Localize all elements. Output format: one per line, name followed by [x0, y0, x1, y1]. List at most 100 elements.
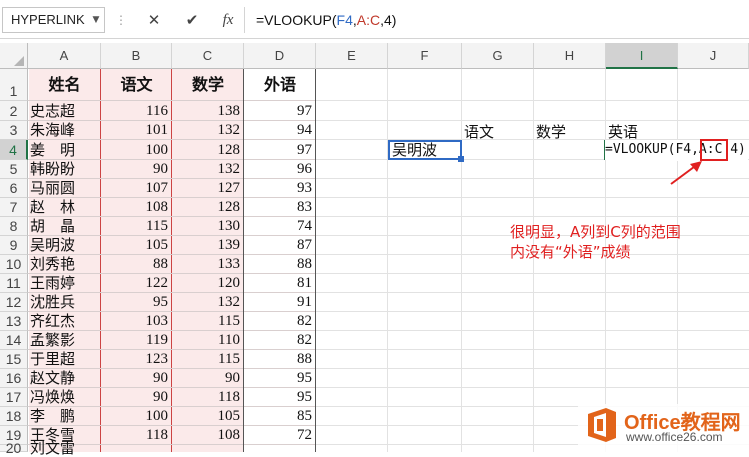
cell-name[interactable]: 胡 晶	[28, 217, 101, 236]
cell-english[interactable]: 83	[244, 198, 316, 217]
cell-english[interactable]: 95	[244, 369, 316, 388]
row-header-2[interactable]: 2	[0, 101, 28, 121]
cell-chinese[interactable]: 119	[101, 331, 172, 350]
cell-math[interactable]: 133	[172, 255, 244, 274]
cell-math[interactable]: 132	[172, 121, 244, 140]
cell-chinese[interactable]: 103	[101, 312, 172, 331]
cell-chinese[interactable]: 90	[101, 388, 172, 407]
row-header-11[interactable]: 11	[0, 274, 28, 293]
row-header-15[interactable]: 15	[0, 350, 28, 369]
row-header-13[interactable]: 13	[0, 312, 28, 331]
cell-math[interactable]: 115	[172, 312, 244, 331]
chevron-down-icon[interactable]: ▼	[88, 7, 104, 33]
cell-english[interactable]: 91	[244, 293, 316, 312]
column-header-d[interactable]: D	[244, 43, 316, 69]
cell-english[interactable]: 87	[244, 236, 316, 255]
cell-name[interactable]: 赵文静	[28, 369, 101, 388]
cell-chinese[interactable]: 90	[101, 160, 172, 179]
formula-input[interactable]: =VLOOKUP(F4,A:C,4)	[248, 7, 746, 33]
row-header-1[interactable]: 1	[0, 69, 28, 101]
cell-name[interactable]: 马丽圆	[28, 179, 101, 198]
cell-chinese[interactable]: 116	[101, 101, 172, 121]
cell-h3[interactable]: 数学	[534, 121, 605, 141]
cell-math[interactable]: 118	[172, 388, 244, 407]
cell-chinese[interactable]: 90	[101, 369, 172, 388]
row-header-20[interactable]: 20	[0, 441, 28, 455]
cell-english[interactable]: 88	[244, 350, 316, 369]
column-header-j[interactable]: J	[678, 43, 749, 69]
cell-name[interactable]: 冯焕焕	[28, 388, 101, 407]
cell-chinese[interactable]: 118	[101, 426, 172, 445]
cell-english[interactable]: 93	[244, 179, 316, 198]
cell-g3[interactable]: 语文	[462, 121, 533, 141]
cell-math[interactable]: 132	[172, 293, 244, 312]
row-header-17[interactable]: 17	[0, 388, 28, 407]
cell-name[interactable]: 孟繁影	[28, 331, 101, 350]
cell-name[interactable]: 于里超	[28, 350, 101, 369]
cell-math[interactable]: 128	[172, 140, 244, 160]
column-header-b[interactable]: B	[101, 43, 172, 69]
column-header-f[interactable]: F	[388, 43, 462, 69]
cell-name[interactable]: 朱海峰	[28, 121, 101, 140]
row-header-14[interactable]: 14	[0, 331, 28, 350]
cell-math[interactable]: 128	[172, 198, 244, 217]
row-header-8[interactable]: 8	[0, 217, 28, 236]
cancel-button[interactable]: ✕	[140, 7, 168, 33]
cell-name[interactable]: 齐红杰	[28, 312, 101, 331]
cell-english[interactable]: 95	[244, 388, 316, 407]
cell-english[interactable]: 81	[244, 274, 316, 293]
header-cell-name[interactable]: 姓名	[28, 69, 101, 101]
row-header-9[interactable]: 9	[0, 236, 28, 255]
cell-i3[interactable]: 英语	[606, 121, 677, 141]
cell-name[interactable]: 沈胜兵	[28, 293, 101, 312]
cell-math[interactable]	[172, 445, 244, 452]
column-header-h[interactable]: H	[534, 43, 606, 69]
cell-math[interactable]: 120	[172, 274, 244, 293]
cell-math[interactable]: 90	[172, 369, 244, 388]
cell-chinese[interactable]: 123	[101, 350, 172, 369]
cell-chinese[interactable]: 108	[101, 198, 172, 217]
cell-chinese[interactable]	[101, 445, 172, 452]
header-cell-math[interactable]: 数学	[172, 69, 244, 101]
cell-chinese[interactable]: 105	[101, 236, 172, 255]
cell-math[interactable]: 115	[172, 350, 244, 369]
row-header-4[interactable]: 4	[0, 140, 28, 160]
column-header-g[interactable]: G	[462, 43, 534, 69]
cell-english[interactable]: 72	[244, 426, 316, 445]
cell-math[interactable]: 110	[172, 331, 244, 350]
row-header-12[interactable]: 12	[0, 293, 28, 312]
cell-math[interactable]: 130	[172, 217, 244, 236]
grip-icon[interactable]: ⋮	[115, 10, 127, 30]
cell-name[interactable]: 刘文雷	[28, 441, 101, 456]
cell-chinese[interactable]: 100	[101, 140, 172, 160]
cell-name[interactable]: 王雨婷	[28, 274, 101, 293]
cell-chinese[interactable]: 88	[101, 255, 172, 274]
cell-chinese[interactable]: 115	[101, 217, 172, 236]
header-cell-english[interactable]: 外语	[244, 69, 316, 101]
cell-english[interactable]: 94	[244, 121, 316, 140]
cell-name[interactable]: 李 鹏	[28, 407, 101, 426]
cell-math[interactable]: 127	[172, 179, 244, 198]
cell-math[interactable]: 132	[172, 160, 244, 179]
header-cell-chinese[interactable]: 语文	[101, 69, 172, 101]
cell-chinese[interactable]: 101	[101, 121, 172, 140]
cell-english[interactable]: 74	[244, 217, 316, 236]
insert-function-button[interactable]: fx	[214, 7, 242, 33]
cell-name[interactable]: 姜 明	[28, 140, 101, 160]
row-header-7[interactable]: 7	[0, 198, 28, 217]
row-header-10[interactable]: 10	[0, 255, 28, 274]
cell-english[interactable]	[244, 445, 316, 452]
cell-math[interactable]: 108	[172, 426, 244, 445]
cell-english[interactable]: 97	[244, 140, 316, 160]
cell-math[interactable]: 138	[172, 101, 244, 121]
cell-name[interactable]: 吴明波	[28, 236, 101, 255]
cell-name[interactable]: 赵 林	[28, 198, 101, 217]
cell-chinese[interactable]: 100	[101, 407, 172, 426]
cell-f4[interactable]: 吴明波	[390, 140, 460, 160]
column-header-c[interactable]: C	[172, 43, 244, 69]
cell-chinese[interactable]: 95	[101, 293, 172, 312]
cell-chinese[interactable]: 122	[101, 274, 172, 293]
column-header-i[interactable]: I	[606, 43, 678, 69]
cell-english[interactable]: 97	[244, 101, 316, 121]
enter-button[interactable]: ✔	[178, 7, 206, 33]
